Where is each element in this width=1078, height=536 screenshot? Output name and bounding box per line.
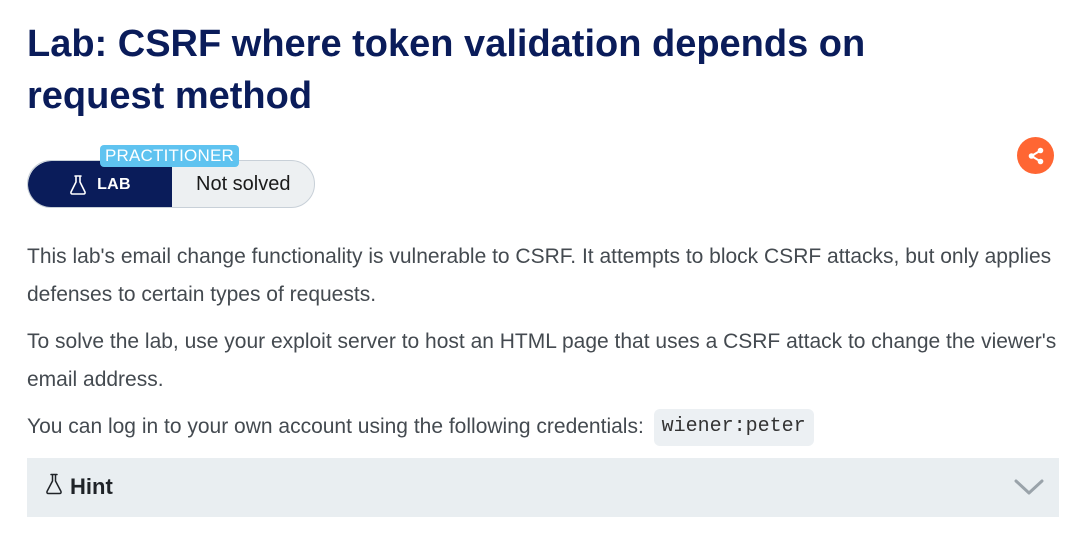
description-paragraph-1: This lab's email change functionality is… xyxy=(27,245,1052,306)
lab-pill: LAB xyxy=(28,161,172,207)
lab-label: LAB xyxy=(97,176,131,193)
description-paragraph-2: To solve the lab, use your exploit serve… xyxy=(27,330,1057,391)
chevron-down-icon[interactable] xyxy=(1013,476,1045,498)
lab-status-widget: LAB Not solved xyxy=(27,160,315,208)
page-title: Lab: CSRF where token validation depends… xyxy=(27,23,866,117)
hint-expander[interactable]: Hint xyxy=(27,458,1059,517)
lab-page: Lab: CSRF where token validation depends… xyxy=(0,0,1078,536)
level-badge: PRACTITIONER xyxy=(100,145,239,167)
lab-status-text: Not solved xyxy=(196,173,291,195)
credentials-text: You can log in to your own account using… xyxy=(27,415,644,438)
share-button[interactable] xyxy=(1017,137,1054,174)
flask-icon xyxy=(46,473,62,495)
flask-icon xyxy=(70,175,86,195)
description-paragraph-3: You can log in to your own account using… xyxy=(27,408,1057,446)
hint-label: Hint xyxy=(70,474,113,499)
share-icon xyxy=(1028,147,1043,164)
credentials-code[interactable]: wiener:peter xyxy=(653,408,814,446)
